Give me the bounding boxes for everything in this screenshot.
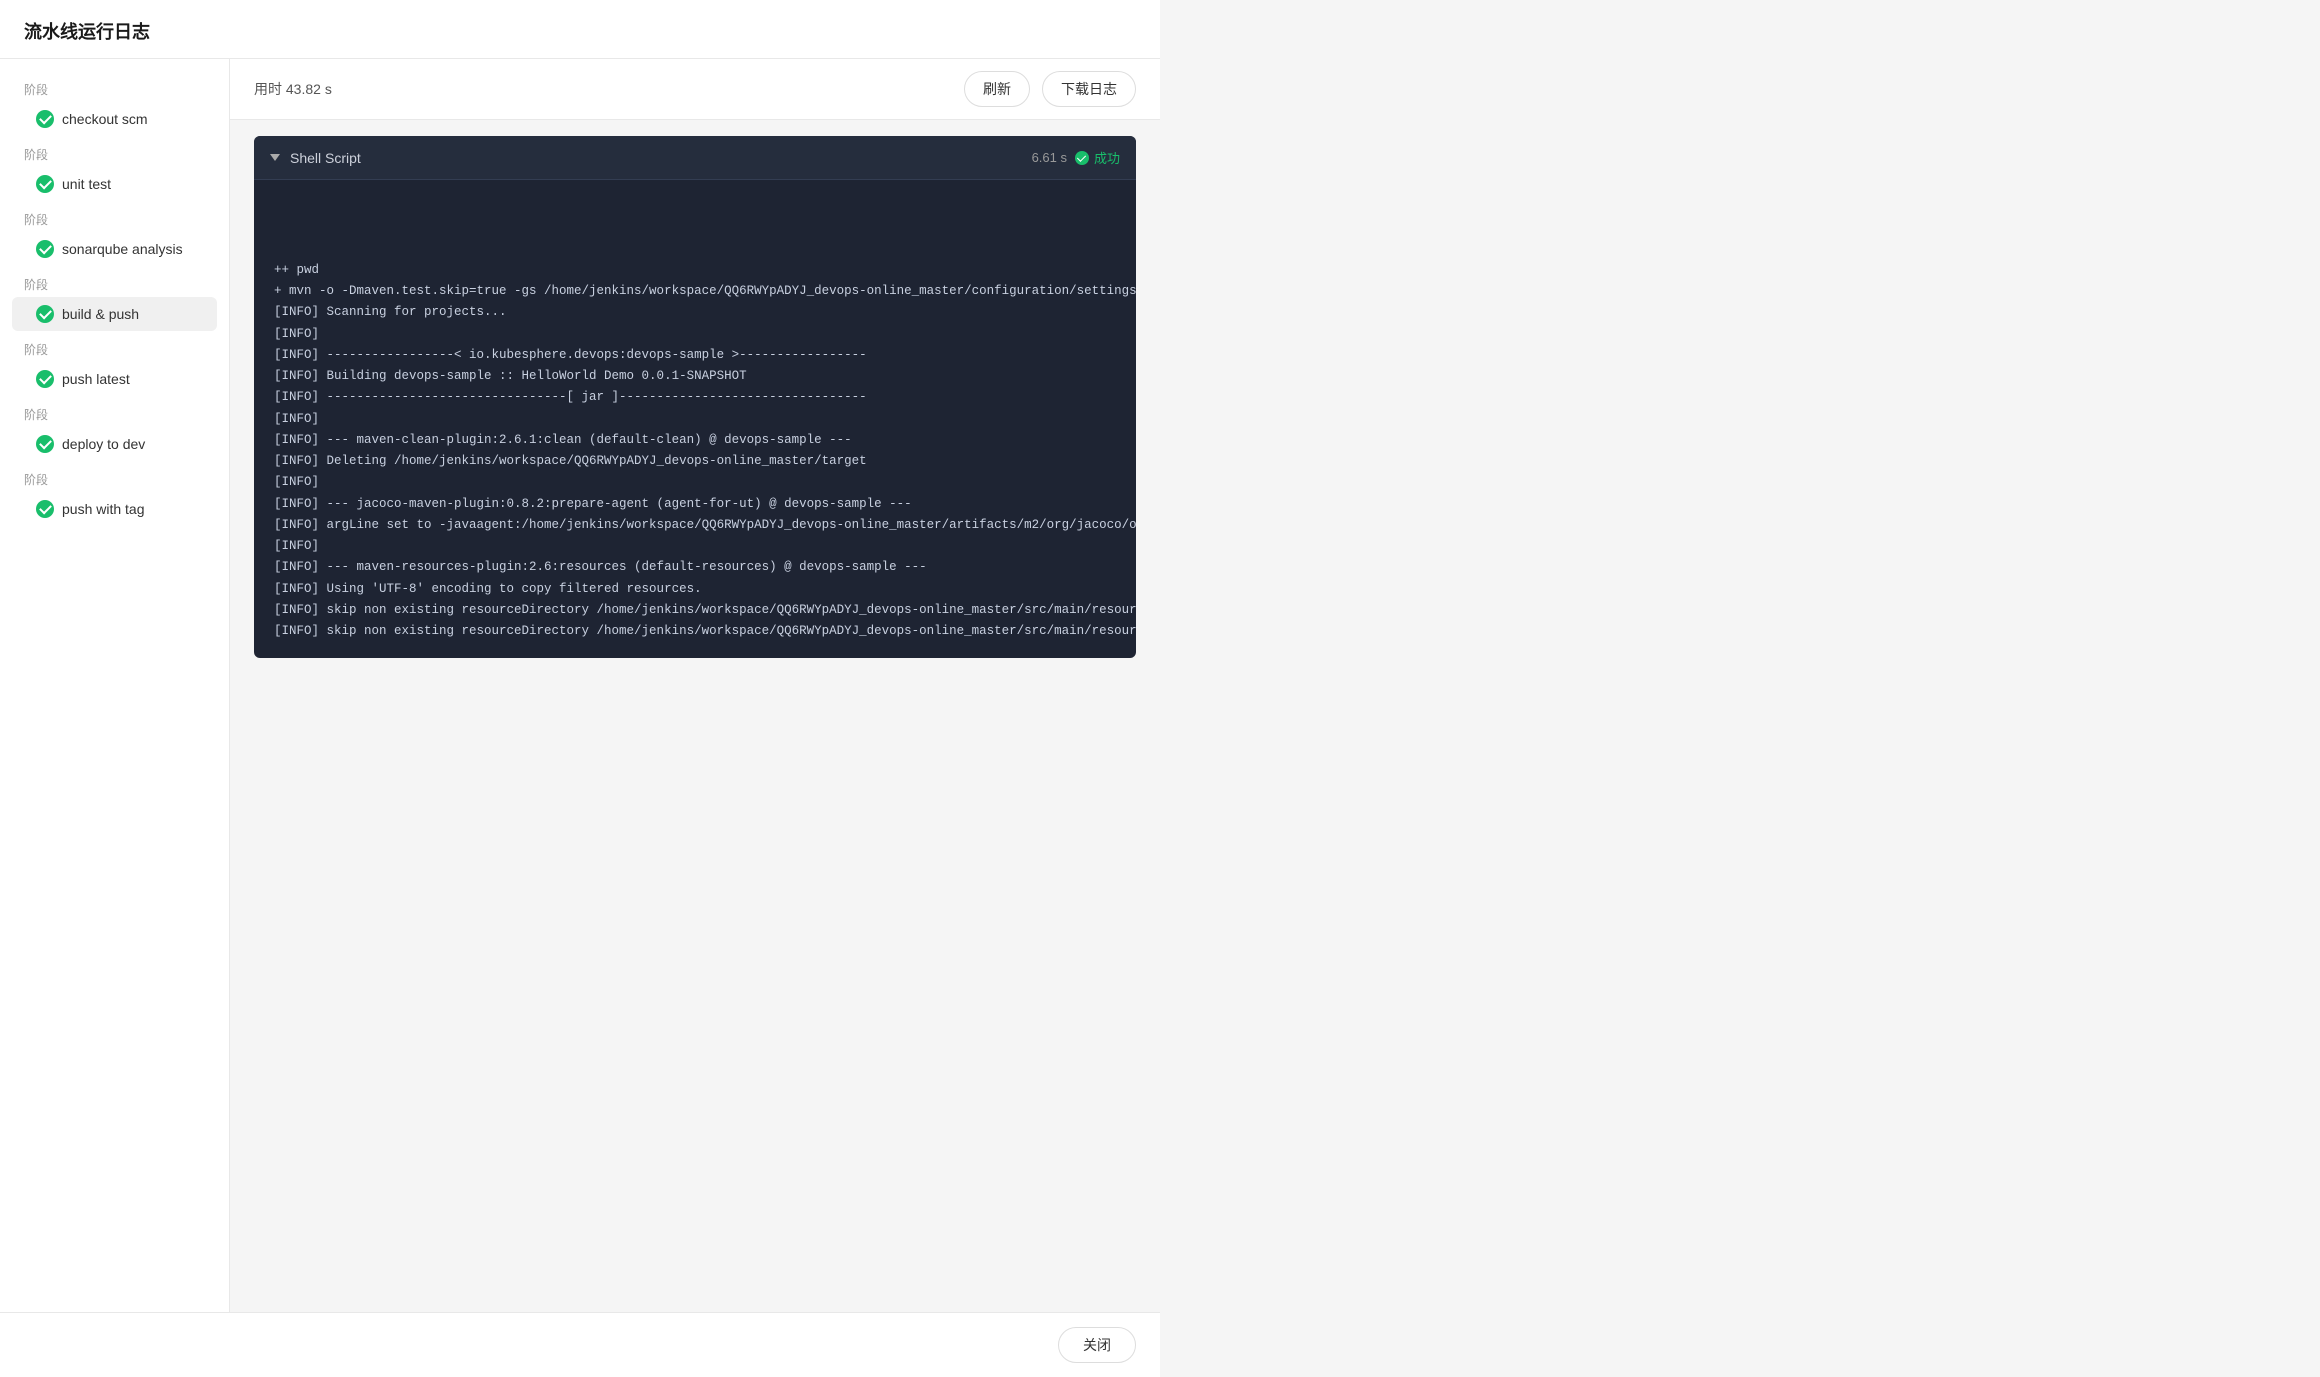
log-line: [INFO] skip non existing resourceDirecto… [274, 600, 1116, 621]
stage-item-text: deploy to dev [62, 436, 145, 452]
stage-label: 阶段 [0, 205, 229, 230]
log-line: [INFO] --- maven-clean-plugin:2.6.1:clea… [274, 430, 1116, 451]
log-line: + mvn -o -Dmaven.test.skip=true -gs /hom… [274, 281, 1116, 302]
stage-item-text: build & push [62, 306, 139, 322]
log-line: ++ pwd [274, 260, 1116, 281]
log-content: ++ pwd+ mvn -o -Dmaven.test.skip=true -g… [254, 180, 1136, 658]
stage-label: 阶段 [0, 140, 229, 165]
close-button[interactable]: 关闭 [1058, 1327, 1136, 1363]
log-block-header: Shell Script 6.61 s 成功 [254, 136, 1136, 180]
stage-item-text: push latest [62, 371, 130, 387]
footer-bar: 关闭 [0, 1312, 1160, 1377]
check-icon [36, 175, 54, 193]
stage-item[interactable]: push with tag [12, 492, 217, 526]
stage-label: 阶段 [0, 400, 229, 425]
stage-label: 阶段 [0, 335, 229, 360]
stage-item-text: checkout scm [62, 111, 148, 127]
stage-label: 阶段 [0, 75, 229, 100]
log-line: [INFO] --------------------------------[… [274, 387, 1116, 408]
status-dot-icon [1075, 151, 1089, 165]
download-log-button[interactable]: 下载日志 [1042, 71, 1136, 107]
stage-label: 阶段 [0, 465, 229, 490]
refresh-button[interactable]: 刷新 [964, 71, 1030, 107]
stage-item[interactable]: checkout scm [12, 102, 217, 136]
log-line: [INFO] --- jacoco-maven-plugin:0.8.2:pre… [274, 494, 1116, 515]
stage-item[interactable]: unit test [12, 167, 217, 201]
status-label: 成功 [1094, 148, 1120, 167]
stage-group: 阶段 deploy to dev [0, 400, 229, 461]
log-block-meta: 6.61 s 成功 [1032, 148, 1120, 167]
stage-group: 阶段 sonarqube analysis [0, 205, 229, 266]
check-icon [36, 500, 54, 518]
stage-item[interactable]: push latest [12, 362, 217, 396]
log-line: [INFO] -----------------< io.kubesphere.… [274, 345, 1116, 366]
log-block: Shell Script 6.61 s 成功 ++ pwd+ mvn -o -D… [254, 136, 1136, 658]
log-container: Shell Script 6.61 s 成功 ++ pwd+ mvn -o -D… [230, 120, 1160, 1312]
stage-item-text: sonarqube analysis [62, 241, 183, 257]
stage-item-text: push with tag [62, 501, 145, 517]
log-line: [INFO] Building devops-sample :: HelloWo… [274, 366, 1116, 387]
stage-item[interactable]: build & push [12, 297, 217, 331]
content-header: 用时 43.82 s 刷新 下载日志 [230, 59, 1160, 120]
stage-group: 阶段 checkout scm [0, 75, 229, 136]
stage-group: 阶段 build & push [0, 270, 229, 331]
page-title: 流水线运行日志 [24, 22, 150, 42]
check-icon [36, 305, 54, 323]
sidebar: 阶段 checkout scm 阶段 unit test 阶段 sonarqube ana… [0, 59, 230, 1312]
content-area: 用时 43.82 s 刷新 下载日志 Shell Script 6.61 s 成… [230, 59, 1160, 1312]
stage-label: 阶段 [0, 270, 229, 295]
check-icon [36, 110, 54, 128]
stage-item-text: unit test [62, 176, 111, 192]
page-header: 流水线运行日志 [0, 0, 1160, 59]
log-line: [INFO] [274, 472, 1116, 493]
stage-group: 阶段 push with tag [0, 465, 229, 526]
stage-group: 阶段 unit test [0, 140, 229, 201]
check-icon [36, 370, 54, 388]
check-icon [36, 435, 54, 453]
log-line: [INFO] --- maven-resources-plugin:2.6:re… [274, 557, 1116, 578]
chevron-down-icon[interactable] [270, 154, 280, 161]
stage-item[interactable]: sonarqube analysis [12, 232, 217, 266]
log-line: [INFO] argLine set to -javaagent:/home/j… [274, 515, 1116, 536]
log-line: [INFO] [274, 409, 1116, 430]
stage-group: 阶段 push latest [0, 335, 229, 396]
status-success: 成功 [1075, 148, 1120, 167]
check-icon [36, 240, 54, 258]
log-line: [INFO] Scanning for projects... [274, 302, 1116, 323]
log-block-duration: 6.61 s [1032, 150, 1067, 165]
log-line: [INFO] Using 'UTF-8' encoding to copy fi… [274, 579, 1116, 600]
log-line: [INFO] [274, 324, 1116, 345]
log-block-title: Shell Script [290, 150, 1022, 166]
header-actions: 刷新 下载日志 [964, 71, 1136, 107]
stage-item[interactable]: deploy to dev [12, 427, 217, 461]
log-line: [INFO] Deleting /home/jenkins/workspace/… [274, 451, 1116, 472]
log-line: [INFO] [274, 536, 1116, 557]
duration-text: 用时 43.82 s [254, 79, 332, 99]
log-line: [INFO] skip non existing resourceDirecto… [274, 621, 1116, 642]
